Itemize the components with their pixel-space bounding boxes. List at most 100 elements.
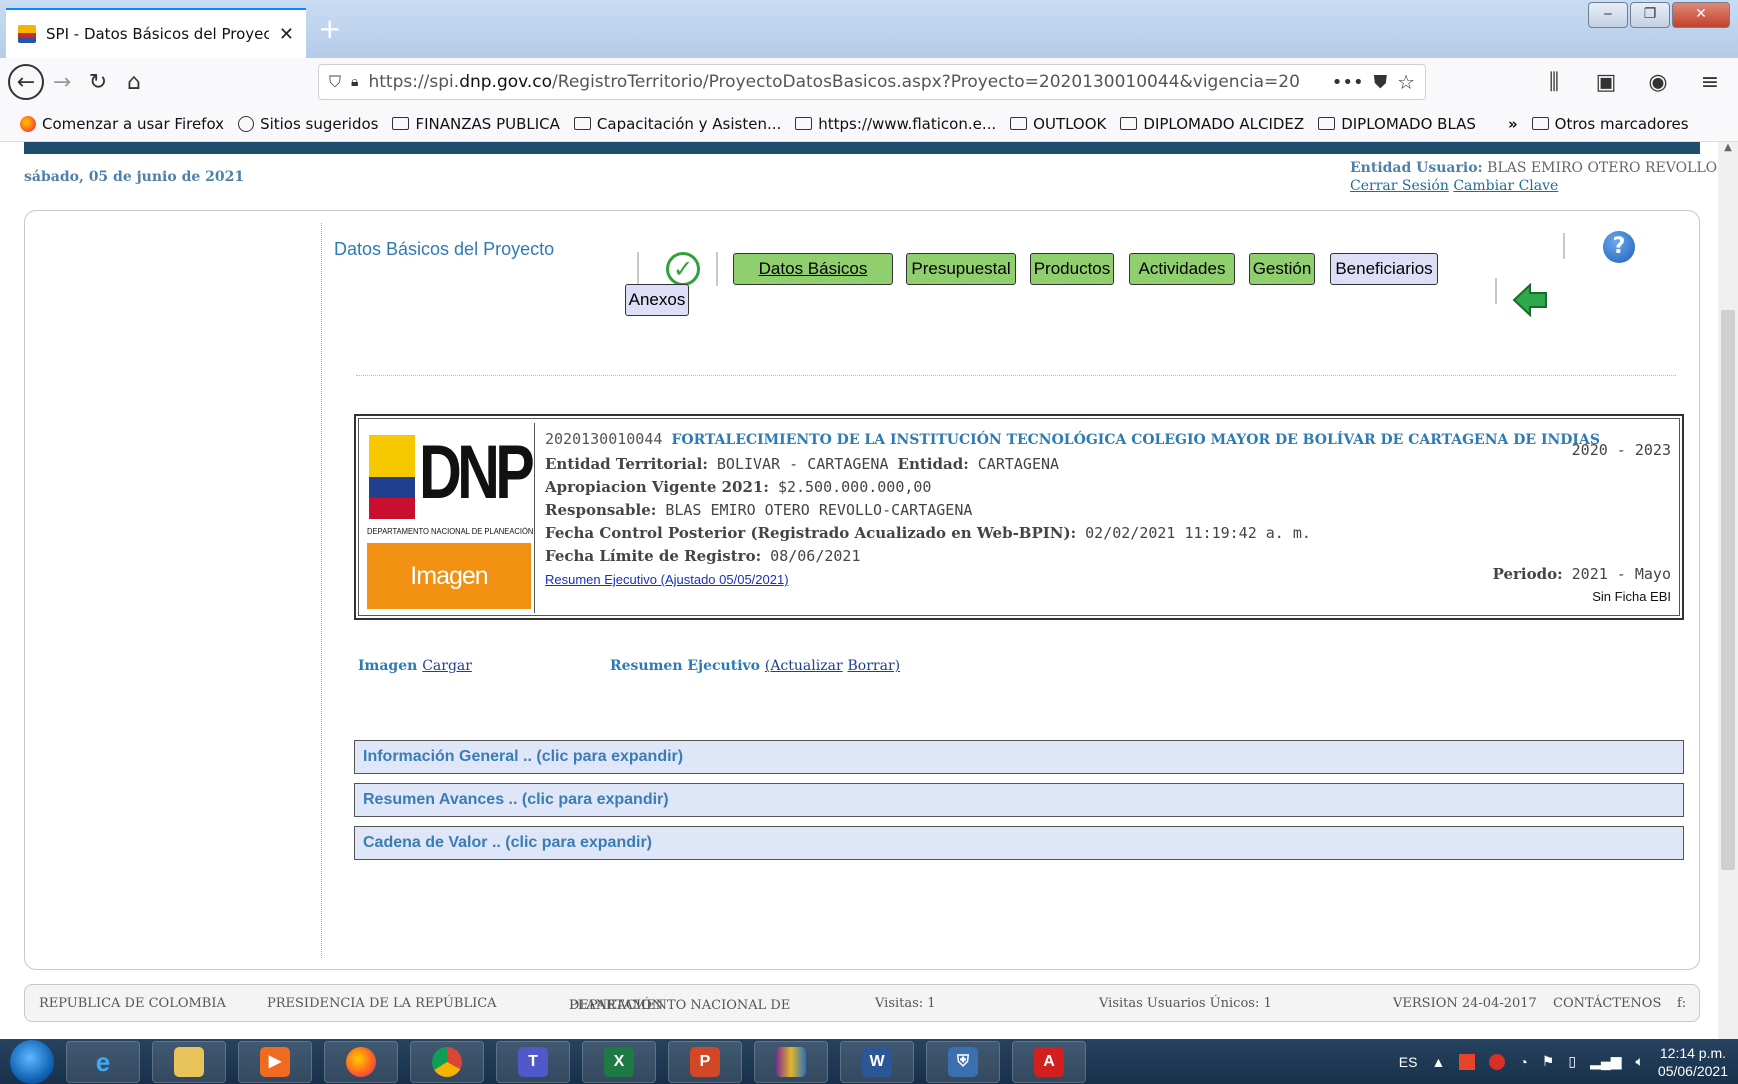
taskbar-word[interactable]: W: [840, 1040, 914, 1083]
url-bar[interactable]: ⛉ 🔒︎ https://spi.dnp.gov.co/RegistroTerr…: [318, 64, 1426, 100]
library-icon[interactable]: ⫼: [1536, 64, 1572, 100]
page-content: sábado, 05 de junio de 2021 Entidad Usua…: [0, 142, 1738, 1039]
update-summary-link[interactable]: (Actualizar: [765, 658, 843, 674]
tray-mail-icon[interactable]: [1489, 1053, 1506, 1070]
ie-icon: e: [95, 1046, 111, 1077]
bookmark-star-icon[interactable]: ☆: [1397, 70, 1415, 94]
check-icon: ✓: [666, 252, 700, 286]
fecha-limite: 08/06/2021: [770, 547, 861, 565]
tray-app-icon[interactable]: [1459, 1053, 1476, 1070]
new-tab-icon[interactable]: +: [318, 12, 341, 45]
delete-summary-link[interactable]: Borrar): [848, 658, 901, 674]
power-icon[interactable]: ▯: [1568, 1053, 1576, 1070]
taskbar-winrar[interactable]: [754, 1040, 828, 1083]
taskbar-ie[interactable]: e: [66, 1040, 140, 1083]
bookmarks-bar: Comenzar a usar Firefox Sitios sugeridos…: [0, 106, 1738, 142]
browser-tab[interactable]: SPI - Datos Básicos del Proyecto ✕: [6, 8, 306, 58]
bookmark-folder[interactable]: DIPLOMADO ALCIDEZ: [1120, 115, 1304, 133]
vertical-scrollbar[interactable]: ▲: [1718, 142, 1738, 1039]
window-titlebar: SPI - Datos Básicos del Proyecto ✕ + ‒ ❐…: [0, 0, 1738, 58]
clock[interactable]: 12:14 p.m. 05/06/2021: [1658, 1044, 1728, 1080]
footer-unique-visits: Visitas Usuarios Únicos: 1: [1099, 996, 1272, 1011]
firefox-icon: [346, 1046, 376, 1077]
section-informacion-general[interactable]: Información General .. (clic para expand…: [354, 740, 1684, 774]
folder-icon: [1531, 117, 1549, 130]
resumen-ejecutivo-link[interactable]: Resumen Ejecutivo (Ajustado 05/05/2021): [545, 572, 789, 587]
logo-subtitle: DEPARTAMENTO NACIONAL DE PLANEACIÓN: [367, 527, 534, 536]
footer-version: VERSION 24-04-2017: [1393, 996, 1537, 1011]
help-icon[interactable]: ?: [1603, 231, 1635, 263]
logout-link[interactable]: Cerrar Sesión: [1350, 178, 1449, 194]
taskbar-teams[interactable]: T: [496, 1040, 570, 1083]
taskbar-chrome[interactable]: [410, 1040, 484, 1083]
clock-time: 12:14 p.m.: [1659, 1044, 1727, 1061]
language-indicator[interactable]: ES: [1399, 1054, 1418, 1070]
scroll-up-icon[interactable]: ▲: [1718, 142, 1738, 158]
current-date: sábado, 05 de junio de 2021: [24, 169, 245, 185]
taskbar-excel[interactable]: X: [582, 1040, 656, 1083]
maximize-button[interactable]: ❐: [1630, 2, 1670, 28]
start-button[interactable]: [10, 1039, 54, 1084]
project-name: FORTALECIMIENTO DE LA INSTITUCIÓN TECNOL…: [671, 432, 1600, 448]
responsable: BLAS EMIRO OTERO REVOLLO-CARTAGENA: [665, 501, 973, 519]
taskbar-firefox[interactable]: [324, 1040, 398, 1083]
divider: [637, 252, 639, 286]
taskbar-powerpoint[interactable]: P: [668, 1040, 742, 1083]
home-icon[interactable]: ⌂: [116, 64, 152, 100]
forward-icon[interactable]: →: [44, 64, 80, 100]
tab-datos-basicos[interactable]: Datos Básicos: [733, 253, 893, 285]
change-password-link[interactable]: Cambiar Clave: [1453, 178, 1558, 194]
bookmark-folder-other[interactable]: Otros marcadores: [1531, 115, 1689, 133]
back-icon[interactable]: ←: [8, 64, 44, 100]
bookmark-item[interactable]: Comenzar a usar Firefox: [20, 115, 224, 133]
tray-expand-icon[interactable]: ▲: [1431, 1054, 1445, 1070]
close-tab-icon[interactable]: ✕: [279, 24, 294, 45]
folder-icon: [795, 117, 813, 130]
back-arrow-icon[interactable]: [1512, 283, 1548, 317]
bookmark-folder[interactable]: https://www.flaticon.e...: [795, 115, 996, 133]
apropiacion: $2.500.000.000,00: [777, 478, 932, 496]
shield-icon[interactable]: ⛉: [329, 72, 341, 92]
section-resumen-avances[interactable]: Resumen Avances .. (clic para expandir): [354, 783, 1684, 817]
volume-icon[interactable]: 🔈︎: [1636, 1053, 1644, 1070]
close-window-button[interactable]: ✕: [1672, 2, 1730, 28]
lock-icon[interactable]: 🔒︎: [351, 74, 358, 90]
bookmark-folder[interactable]: Capacitación y Asisten...: [573, 115, 781, 133]
project-period: Periodo: 2021 - Mayo: [1492, 565, 1671, 583]
bookmark-item[interactable]: Sitios sugeridos: [238, 115, 378, 133]
pocket-icon[interactable]: ⛊: [1374, 72, 1388, 93]
bookmark-folder[interactable]: DIPLOMADO BLAS: [1318, 115, 1476, 133]
tab-presupuestal[interactable]: Presupuestal: [906, 253, 1016, 285]
more-actions-icon[interactable]: •••: [1332, 72, 1364, 93]
word-icon: W: [862, 1046, 892, 1077]
minimize-button[interactable]: ‒: [1588, 2, 1628, 28]
tab-beneficiarios[interactable]: Beneficiarios: [1330, 253, 1438, 285]
taskbar-acrobat[interactable]: A: [1012, 1040, 1086, 1083]
divider: [1495, 278, 1497, 304]
tab-actividades[interactable]: Actividades: [1129, 253, 1235, 285]
bookmark-folder[interactable]: OUTLOOK: [1010, 115, 1106, 133]
menu-icon[interactable]: ≡: [1692, 64, 1728, 100]
section-cadena-valor[interactable]: Cadena de Valor .. (clic para expandir): [354, 826, 1684, 860]
account-icon[interactable]: ◉: [1640, 64, 1676, 100]
tray-update-icon[interactable]: ◔: [1519, 1054, 1527, 1070]
bookmarks-overflow-icon[interactable]: »: [1508, 115, 1518, 133]
colombia-flag-icon: [369, 435, 415, 519]
project-years: 2020 - 2023: [1571, 441, 1671, 459]
taskbar-defender[interactable]: ⛨: [926, 1040, 1000, 1083]
taskbar-explorer[interactable]: [152, 1040, 226, 1083]
scrollbar-thumb[interactable]: [1721, 310, 1735, 870]
folder-icon: [1318, 117, 1336, 130]
url-text[interactable]: https://spi.dnp.gov.co/RegistroTerritori…: [368, 72, 1321, 92]
tab-gestion[interactable]: Gestión: [1249, 253, 1315, 285]
taskbar-media[interactable]: ▶: [238, 1040, 312, 1083]
upload-image-link[interactable]: Cargar: [422, 658, 472, 674]
bookmark-folder[interactable]: FINANZAS PUBLICA: [392, 115, 560, 133]
reload-icon[interactable]: ↻: [80, 64, 116, 100]
tab-anexos[interactable]: Anexos: [625, 284, 689, 316]
contact-link[interactable]: CONTÁCTENOS: [1553, 996, 1661, 1011]
sidebar-icon[interactable]: ▣: [1588, 64, 1624, 100]
network-signal-icon[interactable]: ▂▄▆: [1590, 1053, 1621, 1070]
tab-productos[interactable]: Productos: [1030, 253, 1114, 285]
action-center-flag-icon[interactable]: ⚑: [1542, 1053, 1555, 1070]
